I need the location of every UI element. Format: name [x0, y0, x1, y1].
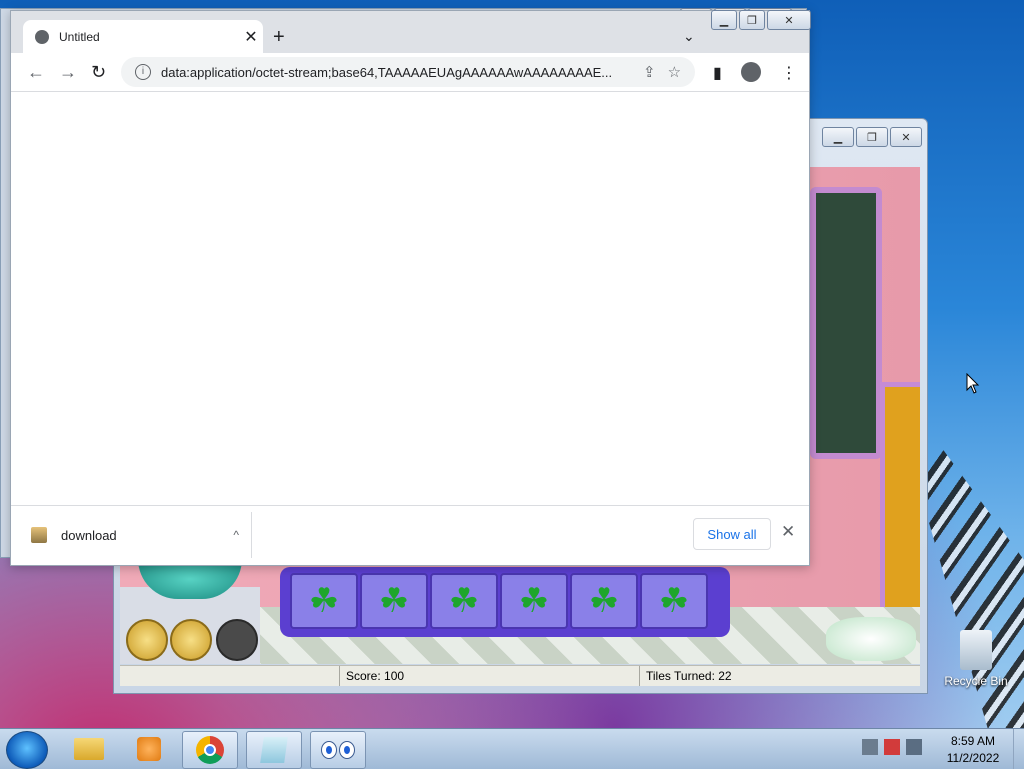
system-tray — [862, 739, 922, 755]
menu-icon[interactable]: ⋮ — [781, 63, 797, 83]
download-bar: download ^ Show all ✕ — [11, 505, 809, 564]
side-panel-icon[interactable]: ▮ — [713, 63, 722, 83]
game-minimize-button[interactable]: ▁ — [822, 127, 854, 147]
clover-icon: ☘ — [658, 582, 690, 620]
memory-tile[interactable]: ☘ — [360, 573, 428, 629]
home-button[interactable] — [826, 617, 916, 661]
clover-icon: ☘ — [448, 582, 480, 620]
media-player-icon — [137, 737, 161, 761]
tile-rack: ☘ ☘ ☘ ☘ ☘ ☘ — [280, 567, 730, 637]
game-statusbar: Score: 100 Tiles Turned: 22 — [120, 665, 920, 686]
recycle-bin[interactable]: Recycle Bin — [940, 630, 1012, 688]
clover-icon: ☘ — [308, 582, 340, 620]
restore-button[interactable]: ❐ — [739, 10, 765, 30]
chrome-window: Untitled ✕ + ⌄ ▁ ❐ ✕ ← → ↻ i data:applic… — [10, 10, 811, 566]
taskbar-chrome[interactable] — [182, 731, 238, 769]
chrome-icon — [196, 736, 224, 764]
tab-untitled[interactable]: Untitled ✕ — [23, 20, 263, 54]
clover-icon: ☘ — [588, 582, 620, 620]
door[interactable] — [880, 382, 920, 642]
start-button[interactable] — [6, 731, 48, 769]
taskbar-notepad[interactable] — [246, 731, 302, 769]
status-cell-empty — [120, 666, 340, 686]
clover-icon: ☘ — [378, 582, 410, 620]
clock[interactable]: 8:59 AM 11/2/2022 — [940, 733, 1006, 767]
new-tab-button[interactable]: + — [273, 26, 285, 49]
reload-icon[interactable]: ↻ — [91, 62, 106, 83]
folder-icon — [74, 738, 104, 760]
close-button[interactable]: ✕ — [767, 10, 811, 30]
memory-tile[interactable]: ☘ — [640, 573, 708, 629]
tab-search-chevron-icon[interactable]: ⌄ — [683, 28, 695, 45]
divider — [251, 512, 252, 558]
tiles-turned-label: Tiles Turned: 22 — [646, 669, 732, 683]
volume-icon[interactable] — [906, 739, 922, 755]
memory-tile[interactable]: ☘ — [570, 573, 638, 629]
tab-strip: Untitled ✕ + ⌄ ▁ ❐ ✕ ← → ↻ i data:applic… — [11, 10, 811, 92]
show-desktop-button[interactable] — [1013, 729, 1024, 769]
coin-token — [170, 619, 212, 661]
address-bar[interactable]: i data:application/octet-stream;base64,T… — [121, 57, 695, 87]
game-close-button[interactable]: ✕ — [890, 127, 922, 147]
toolbar: ← → ↻ i data:application/octet-stream;ba… — [11, 53, 809, 92]
memory-tile[interactable]: ☘ — [500, 573, 568, 629]
download-item[interactable]: download ^ — [31, 522, 239, 548]
chevron-up-icon[interactable]: ^ — [233, 528, 239, 542]
memory-tile[interactable]: ☘ — [430, 573, 498, 629]
notepad-icon — [260, 737, 288, 763]
score-label: Score: 100 — [340, 666, 640, 686]
mouse-cursor-icon — [966, 373, 980, 394]
action-center-icon[interactable] — [884, 739, 900, 755]
taskbar-game[interactable] — [310, 731, 366, 769]
profile-avatar-icon[interactable] — [741, 62, 761, 82]
clover-icon: ☘ — [518, 582, 550, 620]
recycle-bin-label: Recycle Bin — [944, 674, 1008, 688]
chalkboard — [810, 187, 882, 459]
coin-slot — [216, 619, 258, 661]
taskbar-media-player[interactable] — [122, 731, 176, 767]
file-icon — [31, 527, 47, 543]
back-icon[interactable]: ← — [27, 62, 45, 83]
tab-title: Untitled — [59, 30, 100, 44]
globe-icon — [35, 30, 49, 44]
taskbar-explorer[interactable] — [62, 731, 116, 767]
page-content — [11, 92, 809, 505]
clock-date: 11/2/2022 — [946, 751, 1000, 765]
eyes-icon — [321, 741, 355, 759]
game-restore-button[interactable]: ❐ — [856, 127, 888, 147]
tab-close-icon[interactable]: ✕ — [239, 27, 263, 47]
minimize-button[interactable]: ▁ — [711, 10, 737, 30]
show-all-button[interactable]: Show all — [693, 518, 771, 550]
network-icon[interactable] — [862, 739, 878, 755]
coin-token — [126, 619, 168, 661]
memory-tile[interactable]: ☘ — [290, 573, 358, 629]
share-icon[interactable]: ⇪ — [643, 63, 656, 81]
download-bar-close-icon[interactable]: ✕ — [781, 522, 795, 542]
download-filename: download — [61, 527, 117, 543]
url-text[interactable]: data:application/octet-stream;base64,TAA… — [161, 65, 631, 80]
recycle-bin-icon — [960, 630, 992, 670]
bookmark-star-icon[interactable]: ☆ — [668, 63, 681, 81]
taskbar: 8:59 AM 11/2/2022 — [0, 728, 1024, 769]
info-icon[interactable]: i — [135, 64, 151, 80]
clock-time: 8:59 AM — [950, 734, 996, 748]
forward-icon[interactable]: → — [59, 62, 77, 83]
